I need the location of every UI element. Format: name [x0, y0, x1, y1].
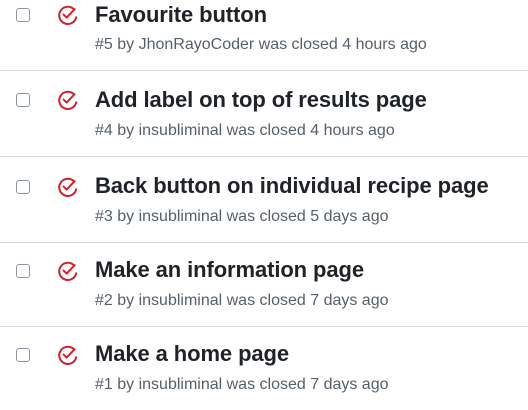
issue-meta: #3 by insubliminal was closed 5 days ago: [95, 208, 389, 225]
issue-row: Make an information page #2 by insublimi…: [0, 242, 528, 326]
issue-title-link[interactable]: Make a home page: [95, 341, 289, 367]
issue-meta: #1 by insubliminal was closed 7 days ago: [95, 376, 389, 393]
issue-title-link[interactable]: Make an information page: [95, 257, 364, 283]
issue-select-checkbox[interactable]: [16, 348, 30, 362]
issue-select-checkbox[interactable]: [16, 264, 30, 278]
issue-select-checkbox[interactable]: [16, 93, 30, 107]
issue-list: Favourite button #5 by JhonRayoCoder was…: [0, 0, 528, 400]
issue-select-checkbox[interactable]: [16, 8, 30, 22]
issue-row: Favourite button #5 by JhonRayoCoder was…: [0, 0, 528, 70]
issue-meta: #2 by insubliminal was closed 7 days ago: [95, 292, 389, 309]
issue-title-link[interactable]: Back button on individual recipe page: [95, 173, 489, 199]
issue-closed-icon: [57, 344, 79, 366]
issue-row: Add label on top of results page #4 by i…: [0, 70, 528, 156]
issue-closed-icon: [57, 89, 79, 111]
issue-row: Back button on individual recipe page #3…: [0, 156, 528, 242]
issue-title-link[interactable]: Favourite button: [95, 2, 267, 28]
issue-meta: #4 by insubliminal was closed 4 hours ag…: [95, 122, 395, 139]
issue-row: Make a home page #1 by insubliminal was …: [0, 326, 528, 410]
issue-select-checkbox[interactable]: [16, 180, 30, 194]
issue-closed-icon: [57, 176, 79, 198]
issue-meta: #5 by JhonRayoCoder was closed 4 hours a…: [95, 36, 427, 53]
issue-title-link[interactable]: Add label on top of results page: [95, 87, 427, 113]
issue-closed-icon: [57, 260, 79, 282]
issue-closed-icon: [57, 4, 79, 26]
